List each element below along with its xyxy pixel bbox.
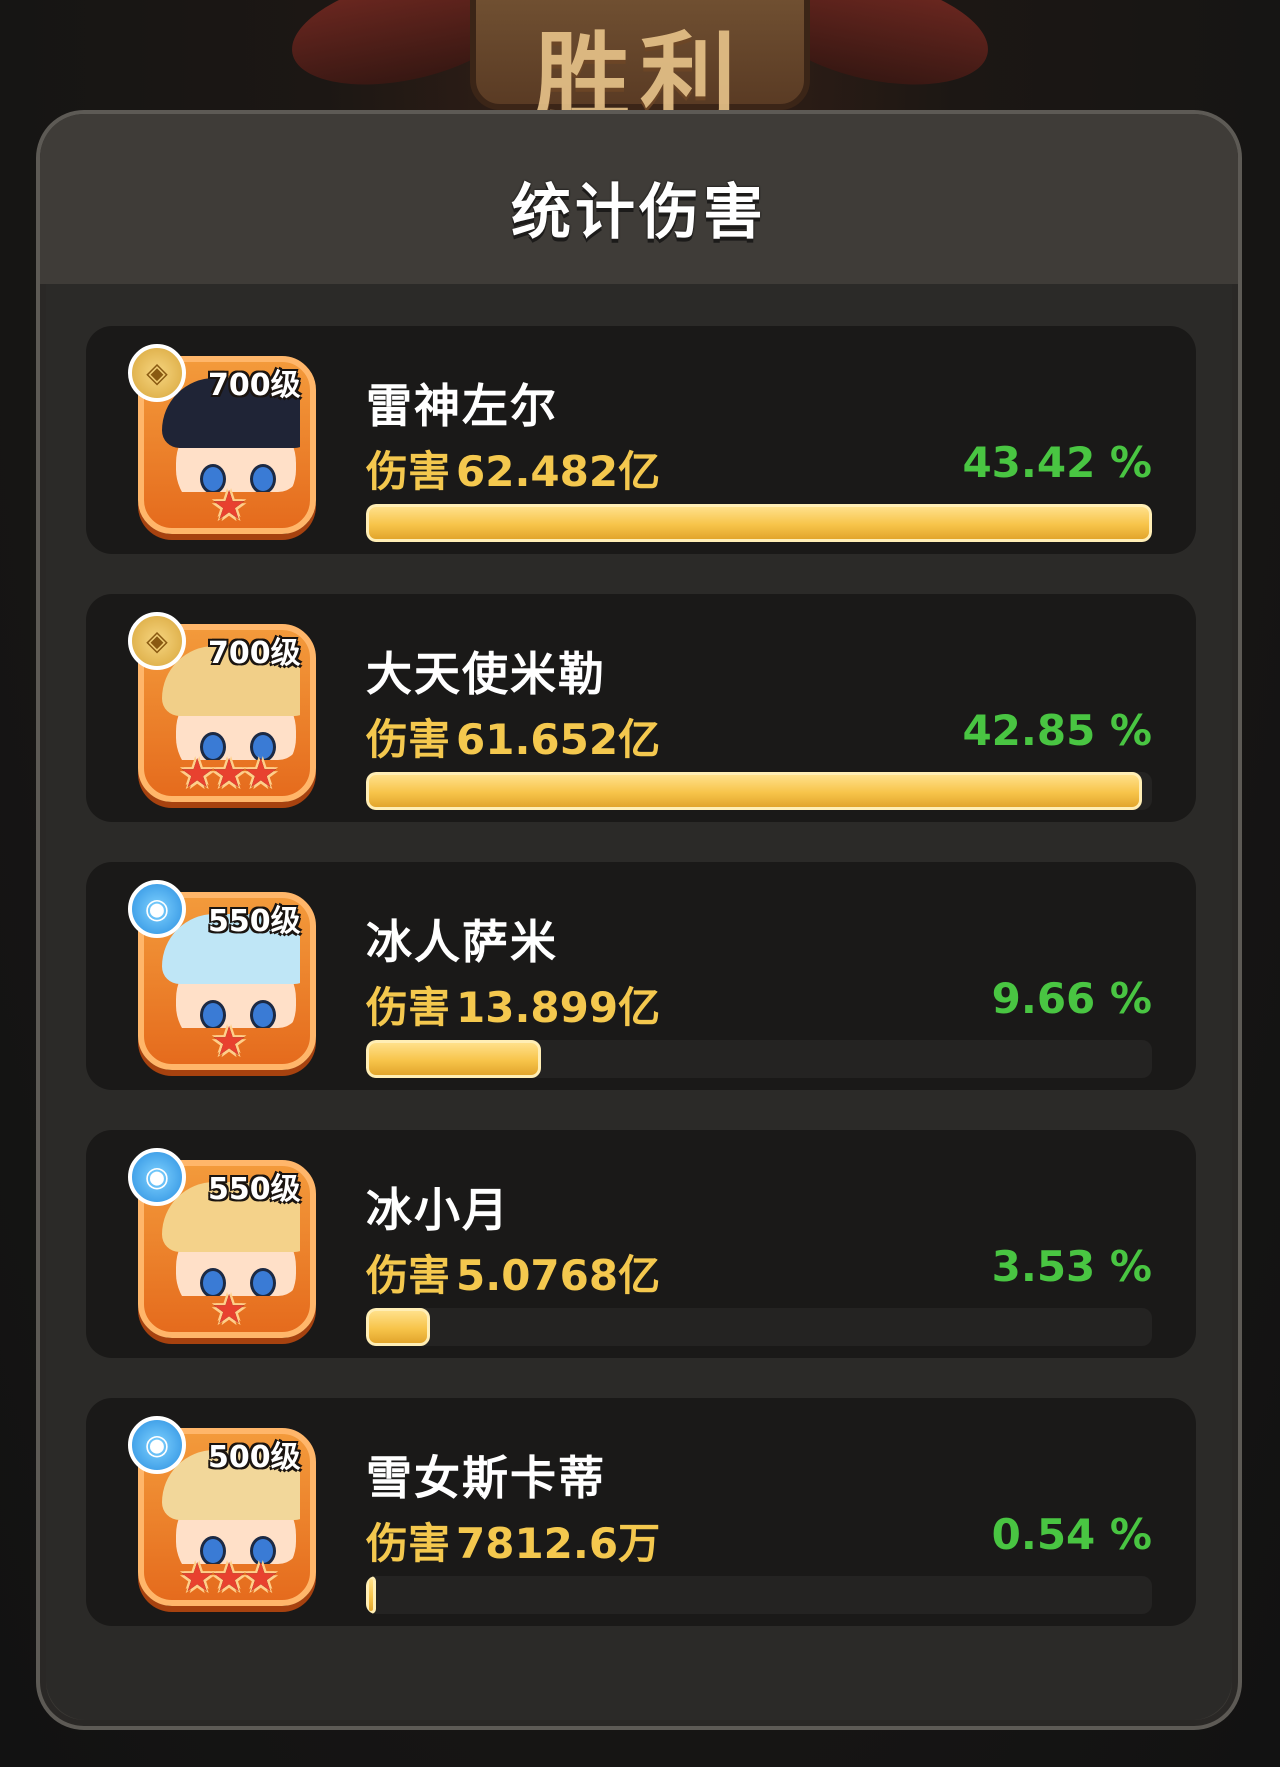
hero-damage-row[interactable]: ◈ 700级 ★★★ 大天使米勒 伤害 61.652亿 42.85 %	[86, 594, 1196, 822]
damage-label: 伤害	[366, 983, 451, 1032]
rune-icon: ◈	[128, 612, 186, 670]
hero-name: 冰小月	[366, 1183, 510, 1237]
hero-name: 大天使米勒	[366, 647, 606, 701]
damage-bar-track	[366, 1576, 1152, 1614]
star-rating: ★★★	[179, 1555, 279, 1601]
rune-icon: ◈	[128, 344, 186, 402]
hero-level: 500级	[208, 1440, 301, 1475]
hero-level: 550级	[208, 904, 301, 939]
hero-name: 雷神左尔	[366, 379, 558, 433]
hero-damage-row[interactable]: ◉ 500级 ★★★ 雪女斯卡蒂 伤害 7812.6万 0.54 %	[86, 1398, 1196, 1626]
hero-damage-row[interactable]: ◉ 550级 ★ 冰人萨米 伤害 13.899亿 9.66 %	[86, 862, 1196, 1090]
hero-name: 雪女斯卡蒂	[366, 1451, 606, 1505]
damage-bar-fill	[366, 1040, 541, 1078]
hero-damage-row[interactable]: ◈ 700级 ★ 雷神左尔 伤害 62.482亿 43.42 %	[86, 326, 1196, 554]
water-drop-icon: ◉	[128, 1148, 186, 1206]
water-drop-icon: ◉	[128, 880, 186, 938]
damage-value-line: 伤害 61.652亿	[366, 706, 660, 767]
damage-label: 伤害	[366, 1519, 451, 1568]
star-rating: ★	[211, 1019, 247, 1065]
damage-bar-fill	[366, 1576, 376, 1614]
damage-bar-track	[366, 504, 1152, 542]
damage-label: 伤害	[366, 447, 451, 496]
damage-value-line: 伤害 13.899亿	[366, 974, 660, 1035]
star-rating: ★	[211, 1287, 247, 1333]
banner-right-wing	[752, 0, 998, 103]
hero-name: 冰人萨米	[366, 915, 558, 969]
damage-value-line: 伤害 7812.6万	[366, 1510, 660, 1571]
damage-value: 5.0768亿	[456, 1251, 661, 1300]
damage-value: 13.899亿	[456, 983, 661, 1032]
damage-bar-track	[366, 1308, 1152, 1346]
damage-bar-track	[366, 1040, 1152, 1078]
damage-bar-fill	[366, 504, 1152, 542]
panel-header: 统计伤害	[40, 114, 1238, 284]
hero-level: 700级	[208, 368, 301, 403]
damage-percent: 9.66 %	[991, 974, 1152, 1023]
damage-value-line: 伤害 62.482亿	[366, 438, 660, 499]
damage-value-line: 伤害 5.0768亿	[366, 1242, 660, 1303]
hero-damage-row[interactable]: ◉ 550级 ★ 冰小月 伤害 5.0768亿 3.53 %	[86, 1130, 1196, 1358]
water-drop-icon: ◉	[128, 1416, 186, 1474]
damage-percent: 3.53 %	[991, 1242, 1152, 1291]
damage-value: 7812.6万	[456, 1519, 661, 1568]
star-rating: ★	[211, 483, 247, 529]
damage-percent: 43.42 %	[962, 438, 1152, 487]
panel-title: 统计伤害	[511, 178, 767, 248]
damage-value: 61.652亿	[456, 715, 661, 764]
damage-percent: 0.54 %	[991, 1510, 1152, 1559]
victory-screen: 胜利 统计伤害 ◈ 700级 ★ 雷神左尔 伤害 62.482亿 43.42 % ◈ 700级 ★…	[0, 0, 1280, 1767]
star-rating: ★★★	[179, 751, 279, 797]
damage-label: 伤害	[366, 715, 451, 764]
damage-bar-fill	[366, 772, 1142, 810]
damage-percent: 42.85 %	[962, 706, 1152, 755]
damage-bar-track	[366, 772, 1152, 810]
damage-label: 伤害	[366, 1251, 451, 1300]
damage-value: 62.482亿	[456, 447, 661, 496]
banner-left-wing	[282, 0, 528, 103]
damage-bar-fill	[366, 1308, 430, 1346]
hero-level: 700级	[208, 636, 301, 671]
banner-plate	[470, 0, 810, 110]
hero-level: 550级	[208, 1172, 301, 1207]
